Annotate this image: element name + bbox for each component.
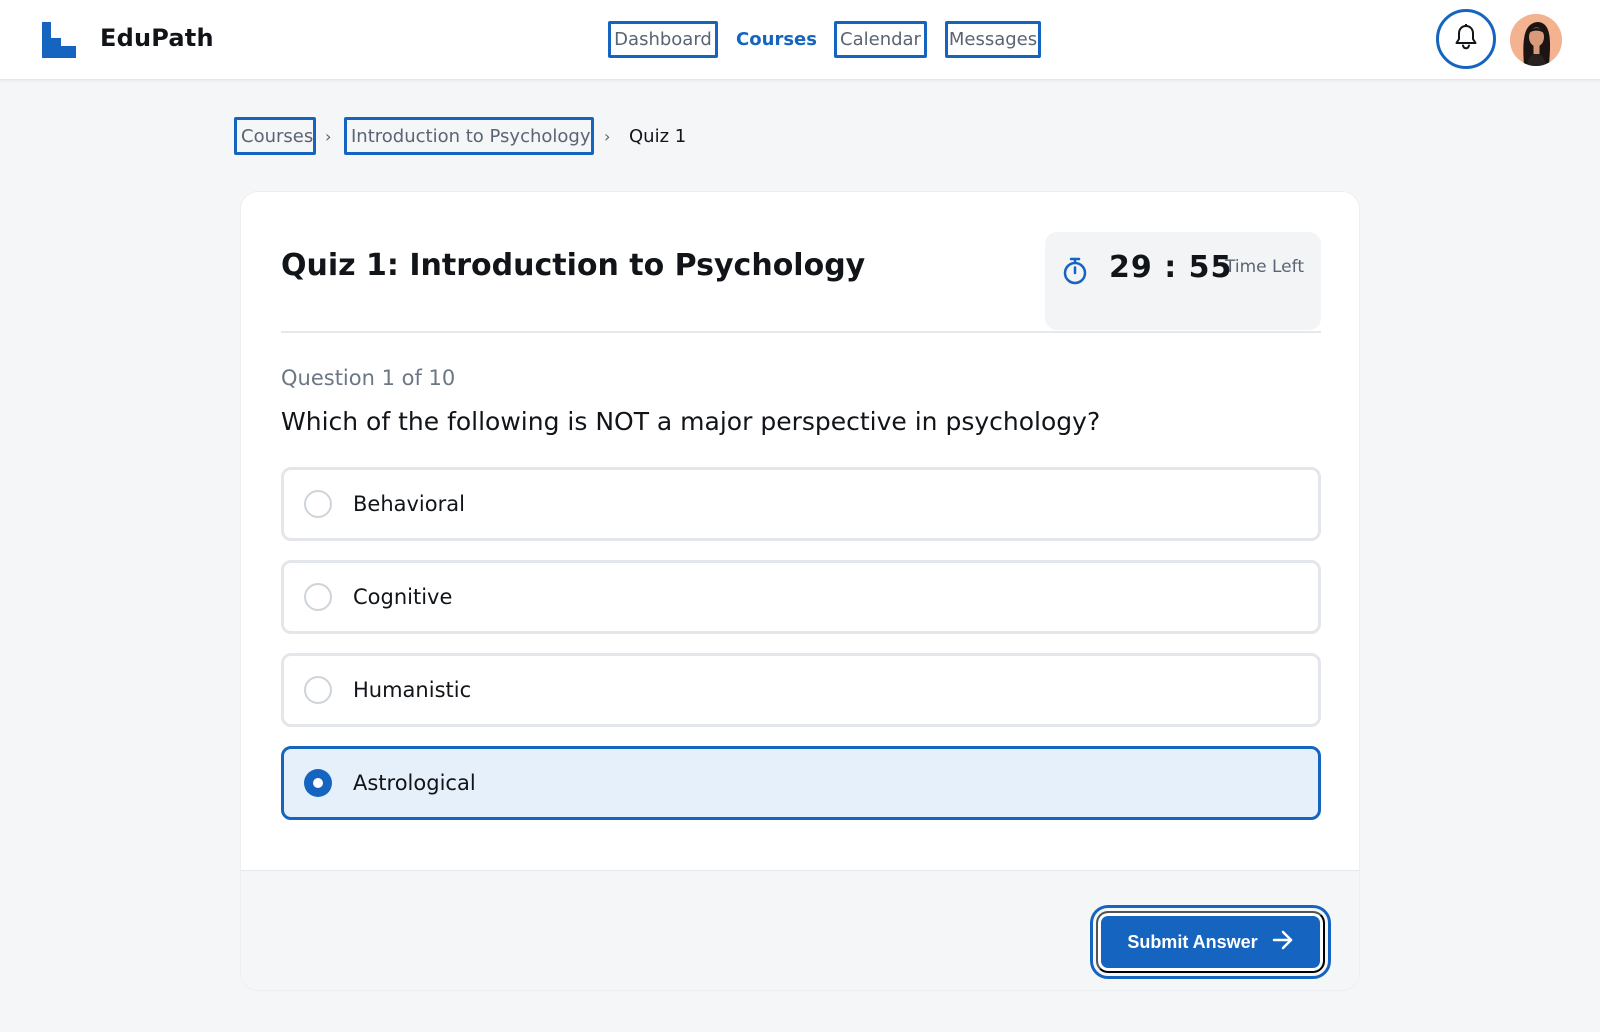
answer-option[interactable]: Cognitive [281,560,1321,634]
answer-option-label: Cognitive [353,585,453,609]
breadcrumb-separator: › [325,126,332,146]
stopwatch-icon [1061,256,1089,286]
brand-name[interactable]: EduPath [100,24,214,52]
nav-dashboard[interactable]: Dashboard [608,21,718,58]
breadcrumb-current: Quiz 1 [629,125,687,147]
top-navbar: EduPath Dashboard Courses Calendar Messa… [0,0,1600,80]
radio-button[interactable] [304,490,332,518]
header-divider [281,331,1321,333]
answer-option-label: Behavioral [353,492,465,516]
quiz-timer: 29 : 55 Time Left [1045,232,1321,330]
nav-courses[interactable]: Courses [734,21,819,58]
arrow-right-icon [1272,930,1294,955]
submit-button-label: Submit Answer [1127,931,1258,952]
answer-option[interactable]: Behavioral [281,467,1321,541]
answer-option-label: Humanistic [353,678,472,702]
radio-button[interactable] [304,769,332,797]
bell-icon [1455,23,1477,54]
quiz-title: Quiz 1: Introduction to Psychology [281,248,866,283]
question-text: Which of the following is NOT a major pe… [281,407,1101,436]
notifications-button[interactable] [1436,9,1496,69]
edupath-logo-icon[interactable] [42,22,78,58]
submit-answer-button[interactable]: Submit Answer [1090,905,1331,979]
breadcrumb-courses[interactable]: Courses [234,117,316,155]
timer-value: 29 : 55 [1109,250,1233,285]
answer-option-label: Astrological [353,771,476,795]
quiz-card: Quiz 1: Introduction to Psychology 29 : … [240,191,1360,991]
nav-calendar[interactable]: Calendar [834,21,927,58]
breadcrumb-separator: › [604,126,611,146]
answer-option[interactable]: Humanistic [281,653,1321,727]
radio-button[interactable] [304,583,332,611]
nav-messages[interactable]: Messages [945,21,1041,58]
radio-button[interactable] [304,676,332,704]
user-avatar[interactable] [1510,14,1562,66]
timer-label: Time Left [1225,257,1304,277]
answer-option[interactable]: Astrological [281,746,1321,820]
quiz-footer: Submit Answer [241,870,1359,990]
breadcrumb-course[interactable]: Introduction to Psychology [344,117,594,155]
question-counter: Question 1 of 10 [281,366,456,390]
